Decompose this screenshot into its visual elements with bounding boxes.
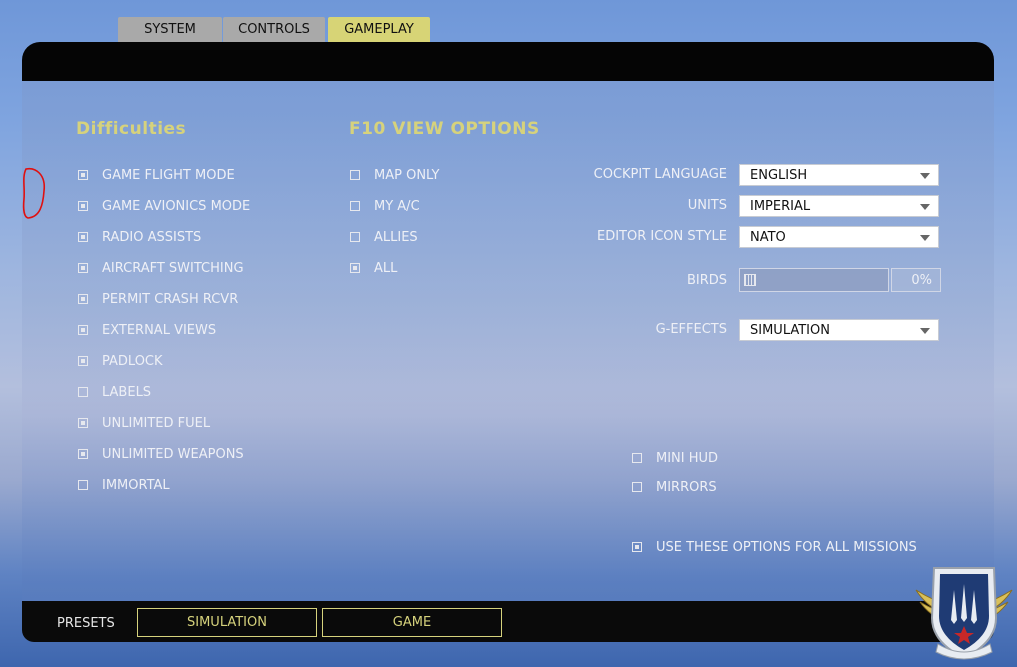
editor-icon-style-label: EDITOR ICON STYLE [597, 229, 727, 244]
birds-value: 0% [891, 268, 941, 292]
checkbox-label: RADIO ASSISTS [102, 229, 202, 245]
checkbox-box[interactable] [78, 201, 88, 211]
tab-gameplay[interactable]: GAMEPLAY [328, 17, 430, 42]
checkbox-allies[interactable]: ALLIES [350, 227, 418, 247]
g-effects-select[interactable]: SIMULATION [739, 319, 939, 341]
checkbox-box[interactable] [78, 387, 88, 397]
checkbox-box[interactable] [350, 201, 360, 211]
checkbox-game-flight-mode[interactable]: GAME FLIGHT MODE [78, 165, 235, 185]
checkbox-label: MINI HUD [656, 450, 719, 466]
checkbox-label: MY A/C [374, 198, 420, 214]
difficulties-heading: Difficulties [76, 119, 187, 139]
select-value: IMPERIAL [750, 198, 811, 214]
checkbox-label: ALLIES [374, 229, 418, 245]
checkbox-game-avionics-mode[interactable]: GAME AVIONICS MODE [78, 196, 250, 216]
f10-view-options-heading: F10 VIEW OPTIONS [349, 119, 540, 139]
checkbox-box[interactable] [632, 542, 642, 552]
red-annotation-mark [22, 167, 46, 219]
checkbox-radio-assists[interactable]: RADIO ASSISTS [78, 227, 201, 247]
birds-slider[interactable] [739, 268, 889, 292]
editor-icon-style-select[interactable]: NATO [739, 226, 939, 248]
checkbox-mini-hud[interactable]: MINI HUD [632, 448, 718, 468]
checkbox-box[interactable] [350, 263, 360, 273]
checkbox-box[interactable] [78, 170, 88, 180]
birds-label: BIRDS [686, 273, 727, 288]
checkbox-label: IMMORTAL [102, 477, 170, 493]
checkbox-box[interactable] [78, 449, 88, 459]
checkbox-box[interactable] [78, 263, 88, 273]
checkbox-my-ac[interactable]: MY A/C [350, 196, 420, 216]
checkbox-box[interactable] [78, 325, 88, 335]
checkbox-label: EXTERNAL VIEWS [102, 322, 217, 338]
squadron-emblem-logo [915, 567, 1013, 660]
checkbox-box[interactable] [632, 482, 642, 492]
checkbox-label: PADLOCK [102, 353, 163, 369]
tab-system[interactable]: SYSTEM [118, 17, 222, 42]
checkbox-label: GAME FLIGHT MODE [102, 167, 235, 183]
checkbox-label: ALL [374, 260, 398, 276]
checkbox-label: USE THESE OPTIONS FOR ALL MISSIONS [656, 539, 917, 555]
checkbox-box[interactable] [350, 232, 360, 242]
cockpit-language-label: COCKPIT LANGUAGE [593, 167, 727, 182]
checkbox-label: UNLIMITED FUEL [102, 415, 211, 431]
checkbox-label: AIRCRAFT SWITCHING [102, 260, 244, 276]
select-value: ENGLISH [750, 167, 808, 183]
preset-game-button[interactable]: GAME [322, 608, 502, 637]
checkbox-box[interactable] [350, 170, 360, 180]
checkbox-box[interactable] [78, 294, 88, 304]
checkbox-unlimited-weapons[interactable]: UNLIMITED WEAPONS [78, 444, 244, 464]
chevron-down-icon[interactable] [920, 173, 930, 179]
presets-label: PRESETS [57, 616, 115, 631]
checkbox-labels[interactable]: LABELS [78, 382, 151, 402]
checkbox-label: PERMIT CRASH RCVR [102, 291, 239, 307]
checkbox-all[interactable]: ALL [350, 258, 397, 278]
checkbox-label: GAME AVIONICS MODE [102, 198, 251, 214]
select-value: NATO [750, 229, 786, 245]
checkbox-box[interactable] [78, 356, 88, 366]
tab-controls[interactable]: CONTROLS [223, 17, 325, 42]
checkbox-label: MIRRORS [656, 479, 717, 495]
checkbox-box[interactable] [78, 418, 88, 428]
checkbox-external-views[interactable]: EXTERNAL VIEWS [78, 320, 216, 340]
g-effects-label: G-EFFECTS [655, 322, 727, 337]
checkbox-label: UNLIMITED WEAPONS [102, 446, 244, 462]
checkbox-box[interactable] [78, 480, 88, 490]
checkbox-mirrors[interactable]: MIRRORS [632, 477, 717, 497]
checkbox-immortal[interactable]: IMMORTAL [78, 475, 170, 495]
chevron-down-icon[interactable] [920, 235, 930, 241]
cockpit-language-select[interactable]: ENGLISH [739, 164, 939, 186]
units-label: UNITS [687, 198, 727, 213]
checkbox-map-only[interactable]: MAP ONLY [350, 165, 440, 185]
checkbox-box[interactable] [632, 453, 642, 463]
select-value: SIMULATION [750, 322, 830, 338]
checkbox-box[interactable] [78, 232, 88, 242]
checkbox-label: MAP ONLY [374, 167, 440, 183]
preset-simulation-button[interactable]: SIMULATION [137, 608, 317, 637]
checkbox-permit-crash-rcvr[interactable]: PERMIT CRASH RCVR [78, 289, 238, 309]
units-select[interactable]: IMPERIAL [739, 195, 939, 217]
chevron-down-icon[interactable] [920, 328, 930, 334]
checkbox-aircraft-switching[interactable]: AIRCRAFT SWITCHING [78, 258, 244, 278]
checkbox-use-options-all-missions[interactable]: USE THESE OPTIONS FOR ALL MISSIONS [632, 537, 917, 557]
chevron-down-icon[interactable] [920, 204, 930, 210]
checkbox-padlock[interactable]: PADLOCK [78, 351, 163, 371]
checkbox-label: LABELS [102, 384, 152, 400]
panel-header-bar [22, 42, 994, 81]
checkbox-unlimited-fuel[interactable]: UNLIMITED FUEL [78, 413, 210, 433]
slider-handle[interactable] [744, 274, 756, 286]
